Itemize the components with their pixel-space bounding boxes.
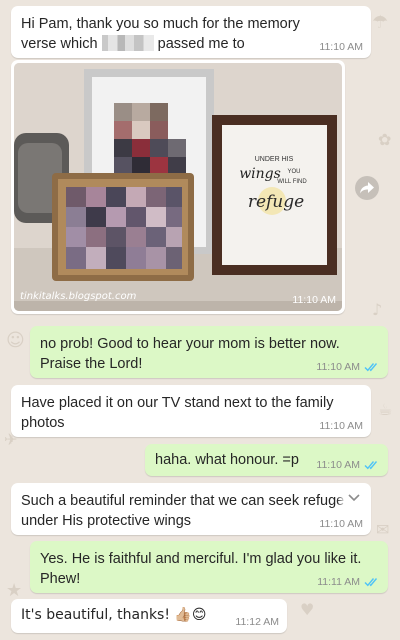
message-incoming[interactable]: Have placed it on our TV stand next to t… xyxy=(11,385,371,437)
frame-text-line3: YOU xyxy=(287,169,300,175)
double-check-icon xyxy=(364,578,378,587)
message-timestamp: 11:10 AM xyxy=(292,294,336,306)
photo-illustration: UNDER HIS wings YOU WILL FIND refuge tin… xyxy=(14,63,342,311)
message-outgoing[interactable]: Yes. He is faithful and merciful. I'm gl… xyxy=(30,541,388,593)
message-text: Hi Pam, thank you so much for the memory… xyxy=(21,16,300,52)
message-timestamp: 11:10 AM xyxy=(319,518,363,530)
message-incoming-image[interactable]: UNDER HIS wings YOU WILL FIND refuge tin… xyxy=(11,60,345,314)
message-outgoing[interactable]: haha. what honour. =p 11:10 AM xyxy=(145,444,388,476)
message-menu-button[interactable] xyxy=(337,489,361,509)
double-check-icon xyxy=(364,461,378,470)
photo-frames-image[interactable]: UNDER HIS wings YOU WILL FIND refuge tin… xyxy=(14,63,342,311)
message-timestamp: 11:10 AM xyxy=(319,41,363,53)
message-text: haha. what honour. =p xyxy=(155,452,299,468)
redacted-name xyxy=(101,35,154,51)
message-text: Have placed it on our TV stand next to t… xyxy=(21,395,334,431)
frame-text-line1: UNDER HIS xyxy=(255,156,294,163)
message-timestamp: 11:12 AM xyxy=(235,616,279,628)
frame-text-line2: wings xyxy=(239,166,281,182)
message-text: It's beautiful, thanks! 👍🏼😊 xyxy=(21,607,207,623)
message-text: no prob! Good to hear your mom is better… xyxy=(40,336,340,372)
message-incoming[interactable]: Such a beautiful reminder that we can se… xyxy=(11,483,371,535)
message-text: Such a beautiful reminder that we can se… xyxy=(21,493,345,529)
message-outgoing[interactable]: no prob! Good to hear your mom is better… xyxy=(30,326,388,378)
frame-text-line5: refuge xyxy=(248,192,304,212)
message-incoming[interactable]: Hi Pam, thank you so much for the memory… xyxy=(11,6,371,58)
photo-watermark: tinkitalks.blogspot.com xyxy=(20,291,137,302)
frame-text-line4: WILL FIND xyxy=(277,179,307,185)
message-timestamp: 11:10 AM xyxy=(319,420,363,432)
double-check-icon xyxy=(364,363,378,372)
message-timestamp: 11:10 AM xyxy=(316,459,380,471)
forward-button[interactable] xyxy=(355,176,379,200)
chevron-down-icon xyxy=(348,494,360,502)
message-timestamp: 11:10 AM xyxy=(316,361,380,373)
forward-icon xyxy=(360,182,374,194)
message-timestamp: 11:11 AM xyxy=(317,576,380,588)
message-incoming[interactable]: It's beautiful, thanks! 👍🏼😊 11:12 AM xyxy=(11,599,287,633)
